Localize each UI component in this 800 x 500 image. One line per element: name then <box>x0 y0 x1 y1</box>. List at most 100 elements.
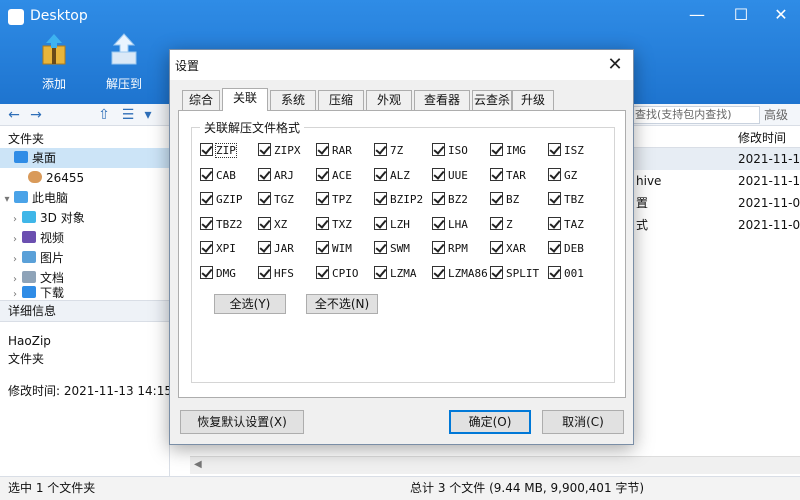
restore-defaults-button[interactable]: 恢复默认设置(X) <box>180 410 304 434</box>
checkbox-checked-icon[interactable] <box>490 143 503 156</box>
close-button[interactable]: ✕ <box>766 2 796 28</box>
tree-item-downloads[interactable]: › 下载 <box>0 286 170 300</box>
checkbox-checked-icon[interactable] <box>374 168 387 181</box>
advanced-search-button[interactable]: 高级 <box>764 106 798 124</box>
tab-general[interactable]: 综合 <box>182 90 220 110</box>
checkbox-checked-icon[interactable] <box>316 192 329 205</box>
ok-button[interactable]: 确定(O) <box>449 410 531 434</box>
format-checkbox-z[interactable]: Z <box>490 217 513 233</box>
checkbox-checked-icon[interactable] <box>374 217 387 230</box>
tab-appearance[interactable]: 外观 <box>366 90 412 110</box>
format-checkbox-lzma86[interactable]: LZMA86 <box>432 266 488 282</box>
checkbox-checked-icon[interactable] <box>490 192 503 205</box>
checkbox-checked-icon[interactable] <box>374 192 387 205</box>
format-checkbox-txz[interactable]: TXZ <box>316 217 352 233</box>
format-checkbox-xpi[interactable]: XPI <box>200 241 236 257</box>
format-checkbox-xar[interactable]: XAR <box>490 241 526 257</box>
tab-viewer[interactable]: 查看器 <box>414 90 470 110</box>
format-checkbox-zip[interactable]: ZIP <box>200 143 237 159</box>
tab-cloud-scan[interactable]: 云查杀 <box>472 90 512 110</box>
format-checkbox-bz2[interactable]: BZ2 <box>432 192 468 208</box>
tree-item-pictures[interactable]: › 图片 <box>0 248 170 268</box>
extract-to-button[interactable]: 解压到 <box>94 32 154 92</box>
format-checkbox-bzip2[interactable]: BZIP2 <box>374 192 423 208</box>
select-all-button[interactable]: 全选(Y) <box>214 294 286 314</box>
select-none-button[interactable]: 全不选(N) <box>306 294 378 314</box>
checkbox-checked-icon[interactable] <box>200 241 213 254</box>
format-checkbox-uue[interactable]: UUE <box>432 168 468 184</box>
format-checkbox-rar[interactable]: RAR <box>316 143 352 159</box>
checkbox-checked-icon[interactable] <box>432 266 445 279</box>
expand-icon[interactable]: › <box>8 230 22 250</box>
maximize-button[interactable]: ☐ <box>726 2 756 28</box>
format-checkbox-arj[interactable]: ARJ <box>258 168 294 184</box>
format-checkbox-wim[interactable]: WIM <box>316 241 352 257</box>
format-checkbox-7z[interactable]: 7Z <box>374 143 403 159</box>
checkbox-checked-icon[interactable] <box>432 241 445 254</box>
tree-item-video[interactable]: › 视频 <box>0 228 170 248</box>
back-icon[interactable]: ← <box>6 107 22 123</box>
checkbox-checked-icon[interactable] <box>258 192 271 205</box>
tree-item-user[interactable]: 26455 <box>0 168 170 188</box>
checkbox-checked-icon[interactable] <box>200 143 213 156</box>
checkbox-checked-icon[interactable] <box>200 192 213 205</box>
checkbox-checked-icon[interactable] <box>316 241 329 254</box>
tab-compression[interactable]: 压缩 <box>318 90 364 110</box>
file-row[interactable]: 置 2021-11-03 <box>632 192 800 214</box>
checkbox-checked-icon[interactable] <box>548 241 561 254</box>
add-button[interactable]: 添加 <box>24 32 84 92</box>
format-checkbox-cab[interactable]: CAB <box>200 168 236 184</box>
view-dropdown-icon[interactable]: ▾ <box>140 107 156 123</box>
format-checkbox-isz[interactable]: ISZ <box>548 143 584 159</box>
format-checkbox-alz[interactable]: ALZ <box>374 168 410 184</box>
checkbox-checked-icon[interactable] <box>200 266 213 279</box>
checkbox-checked-icon[interactable] <box>200 217 213 230</box>
format-checkbox-lha[interactable]: LHA <box>432 217 468 233</box>
checkbox-checked-icon[interactable] <box>316 143 329 156</box>
format-checkbox-split[interactable]: SPLIT <box>490 266 539 282</box>
checkbox-checked-icon[interactable] <box>374 143 387 156</box>
format-checkbox-taz[interactable]: TAZ <box>548 217 584 233</box>
format-checkbox-tbz[interactable]: TBZ <box>548 192 584 208</box>
tab-upgrade[interactable]: 升级 <box>512 90 554 110</box>
checkbox-checked-icon[interactable] <box>374 241 387 254</box>
checkbox-checked-icon[interactable] <box>258 168 271 181</box>
format-checkbox-dmg[interactable]: DMG <box>200 266 236 282</box>
checkbox-checked-icon[interactable] <box>490 241 503 254</box>
expand-icon[interactable]: › <box>8 210 22 230</box>
checkbox-checked-icon[interactable] <box>432 192 445 205</box>
format-checkbox-iso[interactable]: ISO <box>432 143 468 159</box>
minimize-button[interactable]: — <box>682 2 712 28</box>
expand-icon[interactable]: › <box>8 250 22 270</box>
tree-item-this-pc[interactable]: ▾ 此电脑 <box>0 188 170 208</box>
checkbox-checked-icon[interactable] <box>316 217 329 230</box>
tree-item-desktop[interactable]: 桌面 <box>0 148 170 168</box>
checkbox-checked-icon[interactable] <box>490 168 503 181</box>
checkbox-checked-icon[interactable] <box>548 143 561 156</box>
format-checkbox-deb[interactable]: DEB <box>548 241 584 257</box>
file-row[interactable]: hive 2021-11-13 <box>632 170 800 192</box>
format-checkbox-swm[interactable]: SWM <box>374 241 410 257</box>
format-checkbox-zipx[interactable]: ZIPX <box>258 143 301 159</box>
cancel-button[interactable]: 取消(C) <box>542 410 624 434</box>
checkbox-checked-icon[interactable] <box>316 168 329 181</box>
format-checkbox-rpm[interactable]: RPM <box>432 241 468 257</box>
dialog-close-button[interactable]: ✕ <box>603 53 627 77</box>
file-row[interactable]: 式 2021-11-03 <box>632 214 800 236</box>
checkbox-checked-icon[interactable] <box>258 241 271 254</box>
checkbox-checked-icon[interactable] <box>548 192 561 205</box>
forward-icon[interactable]: → <box>28 107 44 123</box>
checkbox-checked-icon[interactable] <box>548 266 561 279</box>
format-checkbox-tgz[interactable]: TGZ <box>258 192 294 208</box>
format-checkbox-lzma[interactable]: LZMA <box>374 266 417 282</box>
format-checkbox-jar[interactable]: JAR <box>258 241 294 257</box>
tab-association[interactable]: 关联 <box>222 88 268 111</box>
format-checkbox-tpz[interactable]: TPZ <box>316 192 352 208</box>
checkbox-checked-icon[interactable] <box>490 266 503 279</box>
format-checkbox-bz[interactable]: BZ <box>490 192 519 208</box>
format-checkbox-gzip[interactable]: GZIP <box>200 192 243 208</box>
tree-item-3d-objects[interactable]: › 3D 对象 <box>0 208 170 228</box>
format-checkbox-hfs[interactable]: HFS <box>258 266 294 282</box>
checkbox-checked-icon[interactable] <box>548 217 561 230</box>
folder-up-icon[interactable]: ⇧ <box>96 107 112 123</box>
